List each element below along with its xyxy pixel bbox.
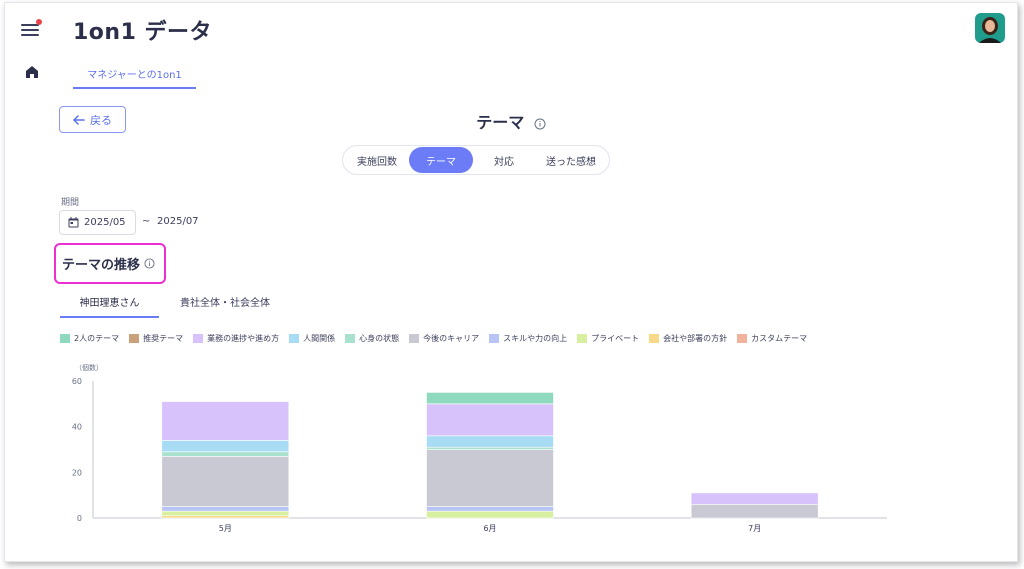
bar-segment: [161, 456, 290, 507]
x-tick-label: 7月: [748, 524, 761, 533]
legend-swatch: [289, 334, 300, 343]
view-segmented-control: 実施回数 テーマ 対応 送った感想: [342, 145, 610, 175]
segment-theme[interactable]: テーマ: [409, 147, 473, 173]
y-axis-label: （個数）: [75, 363, 103, 372]
page-title: テーマ: [5, 109, 1017, 133]
start-date-value: 2025/05: [84, 217, 126, 228]
info-icon[interactable]: [534, 118, 546, 130]
legend-label: 2人のテーマ: [74, 334, 120, 343]
legend-item[interactable]: 心身の状態: [345, 333, 399, 344]
bar-segment: [161, 515, 290, 519]
bar-segment: [690, 504, 819, 519]
legend-item[interactable]: カスタムテーマ: [737, 333, 807, 344]
date-separator: ~: [142, 216, 151, 227]
legend-item[interactable]: 業務の進捗や進め方: [193, 333, 279, 344]
notification-dot: [36, 19, 42, 25]
legend-swatch: [409, 334, 420, 343]
bar-segment: [161, 440, 290, 453]
bar-segment: [161, 451, 290, 457]
bar-segment: [426, 403, 554, 437]
app-window: 1on1 データ マネジャーとの1on1 戻る テーマ 実施回数 テーマ 対応 …: [4, 2, 1018, 562]
legend-item[interactable]: 2人のテーマ: [60, 333, 119, 344]
legend-swatch: [649, 334, 660, 343]
start-date-picker[interactable]: 2025/05: [59, 210, 136, 235]
legend-label: 心身の状態: [359, 334, 400, 343]
legend-label: プライベート: [591, 334, 640, 343]
y-tick-label: 60: [72, 377, 82, 386]
x-tick-label: 6月: [483, 524, 496, 533]
bar-segment: [426, 435, 554, 448]
legend-swatch: [345, 334, 356, 343]
legend-swatch: [60, 334, 70, 343]
bar-segment: [426, 510, 554, 519]
y-tick-label: 0: [77, 514, 82, 523]
legend-label: 推奨テーマ: [143, 334, 184, 343]
legend-item[interactable]: 今後のキャリア: [409, 333, 479, 344]
user-avatar[interactable]: [975, 13, 1005, 43]
legend-item[interactable]: スキルや力の向上: [489, 333, 567, 344]
segment-count[interactable]: 実施回数: [345, 147, 409, 173]
legend-swatch: [577, 334, 588, 343]
section-title: テーマの推移: [54, 243, 166, 284]
segment-feedback[interactable]: 送った感想: [535, 147, 607, 173]
home-icon[interactable]: [24, 64, 40, 80]
y-tick-label: 20: [72, 468, 82, 477]
legend-item[interactable]: 人間関係: [289, 333, 335, 344]
legend-swatch: [737, 334, 748, 343]
bar-segment: [690, 492, 819, 505]
legend-swatch: [489, 334, 500, 343]
bar-segment: [426, 392, 554, 405]
bar-segment: [426, 449, 554, 507]
legend-label: 会社や部署の方針: [663, 334, 728, 343]
chart-legend: 2人のテーマ 推奨テーマ 業務の進捗や進め方 人間関係 心身の状態 今後のキャリア スキルや…: [60, 333, 817, 344]
x-tick-label: 5月: [219, 524, 232, 533]
calendar-icon: [68, 217, 79, 228]
period-label: 期間: [61, 198, 80, 208]
legend-label: カスタムテーマ: [751, 334, 808, 343]
legend-item[interactable]: 推奨テーマ: [129, 333, 183, 344]
bar-segment: [161, 510, 290, 517]
bar-segment: [161, 401, 290, 441]
page-title-text: テーマ: [476, 113, 525, 132]
info-icon[interactable]: [144, 258, 155, 269]
section-title-text: テーマの推移: [62, 258, 141, 273]
tab-manager-1on1[interactable]: マネジャーとの1on1: [73, 63, 196, 89]
bar-segment: [426, 506, 554, 512]
legend-label: スキルや力の向上: [503, 334, 568, 343]
tab-company-society[interactable]: 貴社全体・社会全体: [165, 292, 285, 318]
end-date-value[interactable]: 2025/07: [157, 216, 199, 227]
legend-swatch: [193, 334, 204, 343]
app-title: 1on1 データ: [73, 20, 213, 45]
legend-swatch: [129, 334, 140, 343]
legend-label: 業務の進捗や進め方: [207, 334, 280, 343]
bar-segment: [161, 506, 290, 512]
hamburger-menu-icon[interactable]: [21, 19, 43, 39]
y-tick-label: 40: [72, 423, 82, 432]
legend-label: 今後のキャリア: [423, 334, 480, 343]
bar-segment: [426, 446, 554, 450]
segment-response[interactable]: 対応: [473, 147, 535, 173]
legend-item[interactable]: 会社や部署の方針: [649, 333, 727, 344]
legend-item[interactable]: プライベート: [577, 333, 639, 344]
legend-label: 人間関係: [303, 334, 336, 343]
tab-individual[interactable]: 神田理恵さん: [60, 292, 159, 318]
theme-trend-chart: （個数） 0 20 40 60 5月 6月 7月: [72, 363, 887, 533]
